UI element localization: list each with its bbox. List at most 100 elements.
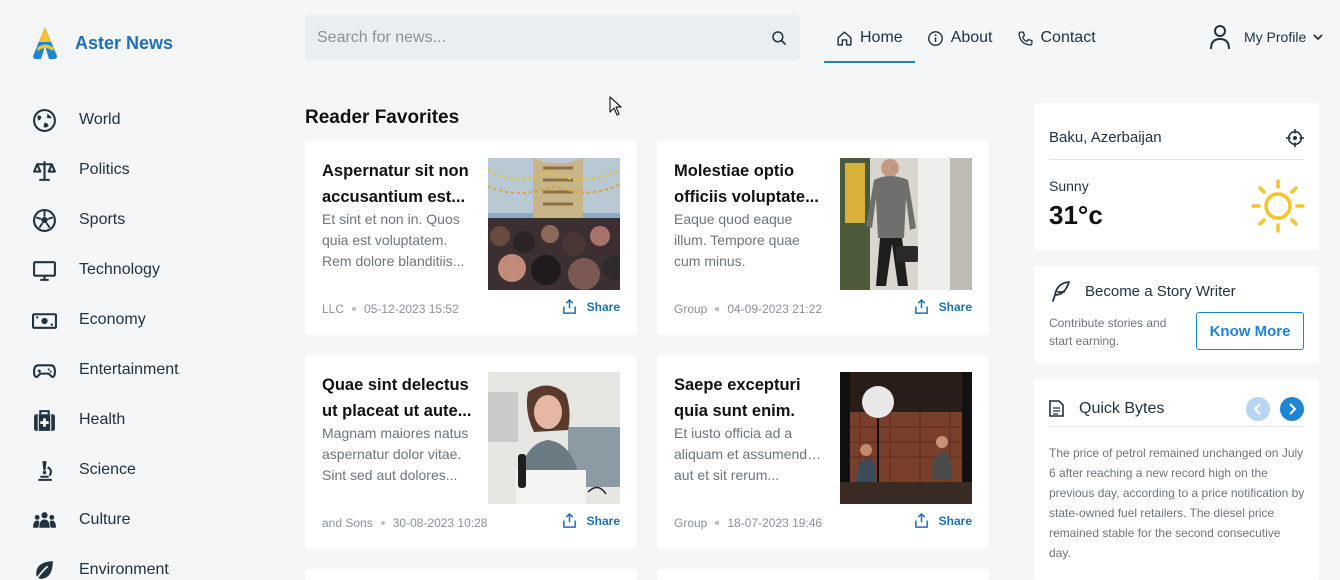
- quick-bytes-text: The price of petrol remained unchanged o…: [1049, 446, 1305, 560]
- banknote-icon: [32, 312, 57, 329]
- share-button[interactable]: Share: [914, 513, 972, 528]
- article-card[interactable]: [305, 569, 637, 580]
- sidebar-item-economy[interactable]: Economy: [32, 295, 179, 345]
- tab-label: Contact: [1040, 29, 1096, 46]
- sidebar-item-sports[interactable]: Sports: [32, 195, 179, 245]
- sidebar-item-culture[interactable]: Culture: [32, 495, 179, 545]
- gamepad-icon: [33, 363, 56, 378]
- sidebar-item-label: Sports: [79, 211, 126, 228]
- article-title[interactable]: Aspernatur sit non accusantium est...: [322, 158, 474, 210]
- article-source: LLC: [322, 302, 345, 316]
- article-card[interactable]: Quae sint delectus ut placeat ut aute...…: [305, 355, 637, 549]
- article-desc-line: cum minus.: [674, 253, 746, 269]
- mouse-cursor-icon: [609, 96, 622, 116]
- chevron-left-icon: [1253, 403, 1261, 415]
- people-icon: [33, 511, 56, 528]
- article-meta: Group 18-07-2023 19:46: [674, 516, 822, 530]
- know-more-button[interactable]: Know More: [1196, 312, 1304, 350]
- tab-label: Home: [860, 29, 903, 46]
- sidebar-item-politics[interactable]: Politics: [32, 145, 179, 195]
- microscope-icon: [38, 460, 52, 481]
- article-title[interactable]: Molestiae optio officiis voluptate...: [674, 158, 826, 210]
- share-label: Share: [938, 513, 972, 528]
- article-desc-line: quia est voluptatem.: [322, 232, 448, 248]
- share-button[interactable]: Share: [914, 299, 972, 314]
- phone-icon: [1017, 30, 1033, 46]
- article-desc: Et iusto officia ad a aliquam et assumen…: [674, 423, 824, 486]
- share-label: Share: [586, 513, 620, 528]
- article-desc-line: aut et sit rerum...: [674, 467, 780, 483]
- globe-icon: [33, 108, 56, 132]
- search-icon[interactable]: [770, 29, 788, 47]
- sun-icon: [1251, 179, 1305, 233]
- search-bar: [305, 15, 800, 61]
- profile-menu[interactable]: My Profile: [1208, 24, 1324, 50]
- article-source: Group: [674, 302, 708, 316]
- writer-desc-line: start earning.: [1049, 334, 1120, 348]
- article-desc: Et sint et non in. Quos quia est volupta…: [322, 209, 472, 272]
- leaf-icon: [34, 560, 53, 580]
- medical-kit-icon: [34, 409, 55, 431]
- interview-studio-photo: [840, 372, 972, 504]
- brand-logo[interactable]: Aster News: [30, 26, 173, 60]
- quick-bytes-title: Quick Bytes: [1079, 400, 1165, 417]
- article-title[interactable]: Saepe excepturi quia sunt enim.: [674, 372, 826, 424]
- weather-condition: Sunny: [1049, 178, 1089, 194]
- aster-logo-icon: [33, 27, 57, 59]
- story-writer-panel: Become a Story Writer Contribute stories…: [1034, 266, 1319, 363]
- article-desc: Eaque quod eaque illum. Tempore quae cum…: [674, 209, 824, 272]
- article-card[interactable]: Saepe excepturi quia sunt enim. Et iusto…: [657, 355, 989, 549]
- weather-location: Baku, Azerbaijan: [1049, 129, 1162, 146]
- sidebar-item-health[interactable]: Health: [32, 395, 179, 445]
- article-card[interactable]: [657, 569, 989, 580]
- article-desc-line: aliquam et assumenda. Sed: [674, 446, 824, 462]
- tab-home[interactable]: Home: [824, 15, 915, 63]
- tab-contact[interactable]: Contact: [1005, 15, 1108, 61]
- writer-title: Become a Story Writer: [1085, 283, 1236, 300]
- sidebar-item-label: Economy: [79, 311, 146, 328]
- article-title-line: quia sunt enim.: [674, 402, 796, 420]
- article-image[interactable]: [488, 372, 620, 504]
- next-button[interactable]: [1280, 397, 1304, 421]
- sidebar-item-entertainment[interactable]: Entertainment: [32, 345, 179, 395]
- article-image[interactable]: [840, 372, 972, 504]
- share-button[interactable]: Share: [562, 513, 620, 528]
- article-title-line: Quae sint delectus: [322, 376, 469, 394]
- article-desc-line: Rem dolore blanditiis...: [322, 253, 465, 269]
- article-desc-line: Et sint et non in. Quos: [322, 211, 460, 227]
- brand-name: Aster News: [75, 32, 174, 53]
- article-image[interactable]: [840, 158, 972, 290]
- weather-temperature: 31°c: [1049, 200, 1103, 230]
- article-card[interactable]: Aspernatur sit non accusantium est... Et…: [305, 141, 637, 335]
- search-input[interactable]: [317, 29, 770, 47]
- article-card[interactable]: Molestiae optio officiis voluptate... Ea…: [657, 141, 989, 335]
- tab-about[interactable]: About: [915, 15, 1005, 61]
- sidebar-item-world[interactable]: World: [32, 95, 179, 145]
- meta-separator: [715, 307, 720, 311]
- user-icon: [1210, 25, 1230, 50]
- document-icon: [1049, 400, 1064, 417]
- sidebar-item-technology[interactable]: Technology: [32, 245, 179, 295]
- divider: [1049, 159, 1304, 160]
- share-button[interactable]: Share: [562, 299, 620, 314]
- article-image[interactable]: [488, 158, 620, 290]
- previous-button[interactable]: [1246, 397, 1270, 421]
- article-meta: LLC 05-12-2023 15:52: [322, 302, 459, 316]
- locate-icon[interactable]: [1286, 129, 1304, 147]
- sidebar-item-label: Science: [79, 461, 136, 478]
- sidebar-item-science[interactable]: Science: [32, 445, 179, 495]
- article-meta: Group 04-09-2023 21:22: [674, 302, 822, 316]
- article-desc-line: Eaque quod eaque: [674, 211, 793, 227]
- sidebar-item-label: Health: [79, 411, 126, 428]
- info-icon: [927, 30, 943, 46]
- feather-icon: [1052, 281, 1070, 302]
- article-desc-line: Magnam maiores natus: [322, 425, 469, 441]
- sidebar-item-environment[interactable]: Environment: [32, 545, 179, 580]
- chevron-down-icon: [1313, 34, 1323, 41]
- soccer-ball-icon: [33, 208, 56, 232]
- street-crowd-photo: [488, 158, 620, 290]
- weather-widget: Baku, Azerbaijan Sunny 31°c: [1034, 103, 1319, 250]
- article-title[interactable]: Quae sint delectus ut placeat ut aute...: [322, 372, 474, 424]
- home-icon: [837, 30, 852, 46]
- article-source: Group: [674, 516, 708, 530]
